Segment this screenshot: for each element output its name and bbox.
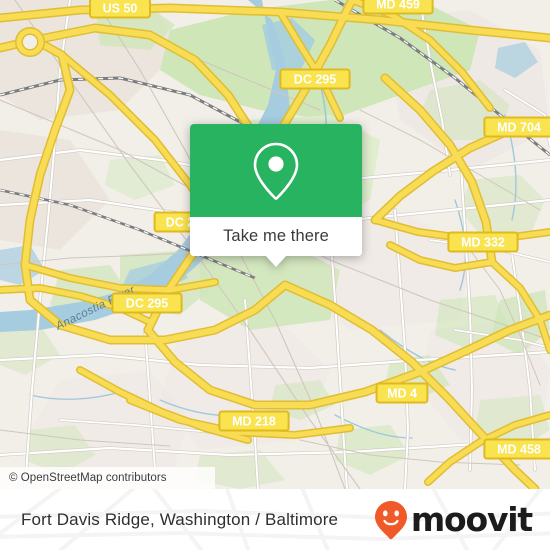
map-pin-icon — [253, 142, 299, 200]
map-canvas[interactable]: .park { fill:#cfe6b9; } .parkl { fill:#d… — [0, 0, 550, 489]
location-title: Fort Davis Ridge, Washington / Baltimore — [21, 509, 339, 529]
road-shield-label: MD 459 — [376, 0, 420, 12]
road-shield: DC 295 — [111, 292, 183, 314]
osm-attribution[interactable]: © OpenStreetMap contributors — [0, 467, 215, 489]
road-shield: MD 218 — [218, 410, 290, 432]
moovit-brand-logo[interactable]: moovit — [374, 500, 533, 540]
road-shield-label: MD 704 — [497, 121, 541, 135]
moovit-map-screenshot: .park { fill:#cfe6b9; } .parkl { fill:#d… — [0, 0, 550, 550]
road-shield: MD 458 — [483, 438, 550, 460]
popup-image-area — [190, 124, 362, 217]
road-shield: MD 332 — [447, 231, 519, 253]
moovit-pin-smiley-icon — [374, 500, 407, 539]
road-shield-label: MD 458 — [497, 443, 541, 457]
road-shield: US 50 — [89, 0, 151, 19]
road-shield-label: DC 295 — [126, 297, 168, 311]
footer-bar: Fort Davis Ridge, Washington / Baltimore… — [0, 489, 550, 550]
road-shield: MD 459 — [362, 0, 434, 15]
road-shield-label: DC 295 — [294, 73, 336, 87]
take-me-there-label: Take me there — [223, 227, 329, 245]
road-shield: DC 295 — [279, 68, 351, 90]
road-shield-label: MD 218 — [232, 415, 276, 429]
road-shield-label: US 50 — [103, 2, 138, 16]
take-me-there-button[interactable]: Take me there — [190, 217, 362, 256]
map-popup-card[interactable]: Take me there — [190, 124, 362, 267]
road-shield-label: MD 4 — [387, 387, 417, 401]
popup-tail — [265, 255, 287, 267]
attribution-text: © OpenStreetMap contributors — [9, 472, 167, 484]
road-shield-label: MD 332 — [461, 236, 505, 250]
road-shield: MD 704 — [483, 116, 550, 138]
road-shield: MD 4 — [375, 382, 429, 404]
popup-inner: Take me there — [190, 124, 362, 256]
moovit-wordmark: moovit — [410, 500, 533, 539]
